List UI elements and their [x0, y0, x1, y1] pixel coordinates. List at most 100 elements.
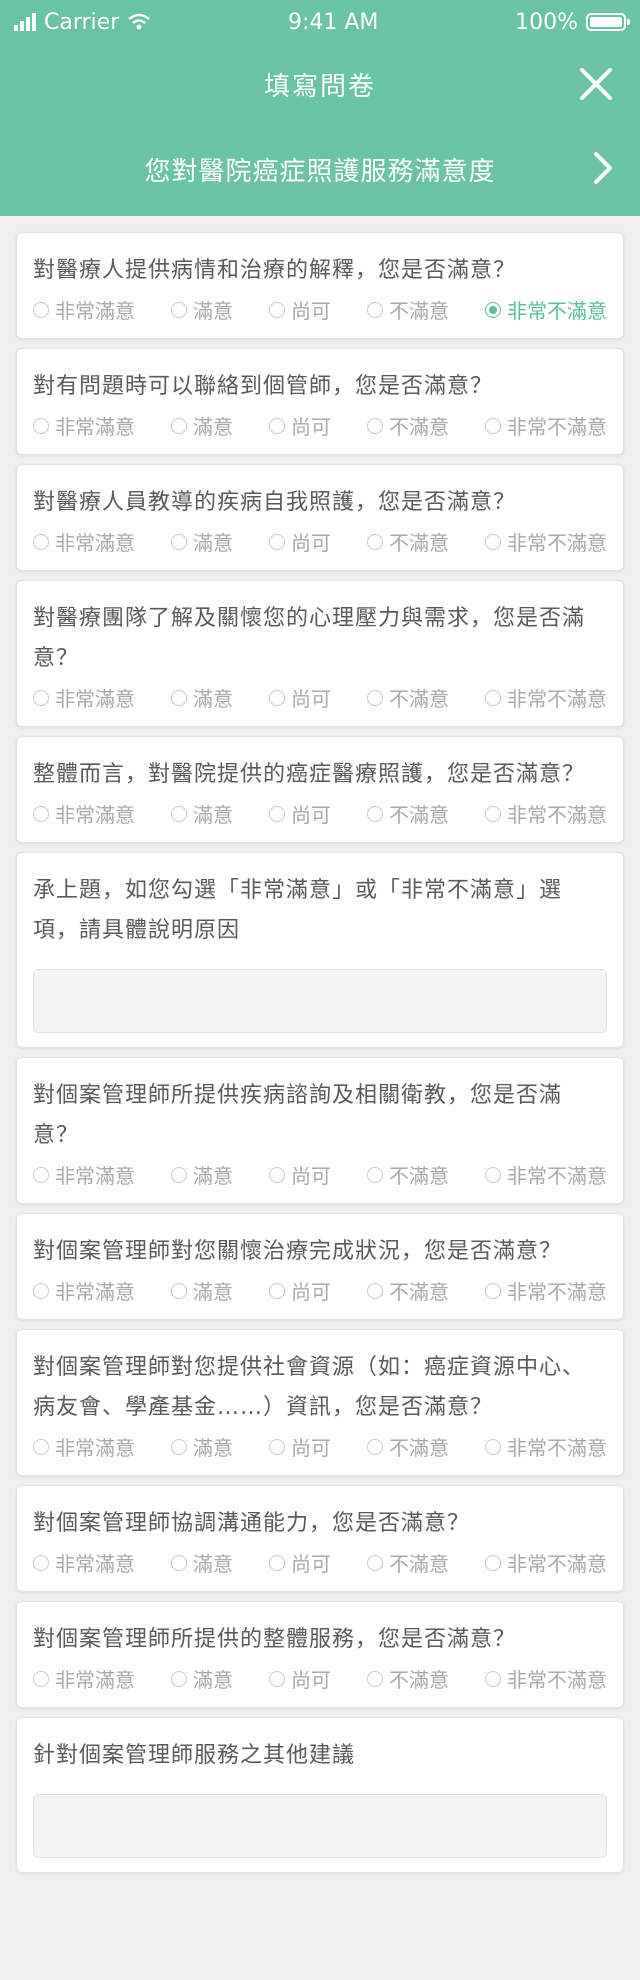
rating-option[interactable]: 非常滿意 — [33, 1432, 135, 1461]
rating-option[interactable]: 滿意 — [171, 1664, 233, 1693]
radio-icon[interactable] — [367, 805, 383, 822]
radio-icon[interactable] — [171, 1554, 187, 1571]
rating-option[interactable]: 不滿意 — [367, 1432, 449, 1461]
radio-icon[interactable] — [485, 689, 501, 706]
radio-icon[interactable] — [269, 689, 285, 706]
radio-icon[interactable] — [33, 805, 49, 822]
rating-option[interactable]: 非常不滿意 — [485, 683, 607, 712]
rating-option[interactable]: 不滿意 — [367, 1548, 449, 1577]
rating-option[interactable]: 非常滿意 — [33, 1160, 135, 1189]
rating-option[interactable]: 非常不滿意 — [485, 1548, 607, 1577]
radio-icon[interactable] — [367, 689, 383, 706]
rating-option[interactable]: 非常滿意 — [33, 295, 135, 324]
rating-option[interactable]: 非常不滿意 — [485, 295, 607, 324]
rating-option[interactable]: 滿意 — [171, 799, 233, 828]
rating-option[interactable]: 非常不滿意 — [485, 411, 607, 440]
radio-icon[interactable] — [367, 1282, 383, 1299]
rating-option[interactable]: 非常滿意 — [33, 527, 135, 556]
rating-option[interactable]: 尚可 — [269, 1548, 331, 1577]
radio-icon[interactable] — [269, 1438, 285, 1455]
radio-icon[interactable] — [171, 533, 187, 550]
radio-icon[interactable] — [269, 1166, 285, 1183]
rating-option[interactable]: 非常不滿意 — [485, 1432, 607, 1461]
radio-icon[interactable] — [485, 1282, 501, 1299]
rating-option[interactable]: 滿意 — [171, 527, 233, 556]
radio-icon[interactable] — [33, 533, 49, 550]
comment-textarea[interactable] — [33, 969, 607, 1033]
radio-icon[interactable] — [269, 1554, 285, 1571]
radio-icon[interactable] — [269, 301, 285, 318]
rating-option[interactable]: 不滿意 — [367, 527, 449, 556]
rating-option[interactable]: 尚可 — [269, 411, 331, 440]
rating-option[interactable]: 非常不滿意 — [485, 1276, 607, 1305]
radio-icon[interactable] — [171, 1438, 187, 1455]
radio-icon[interactable] — [269, 1670, 285, 1687]
radio-icon[interactable] — [171, 1282, 187, 1299]
radio-icon[interactable] — [171, 301, 187, 318]
rating-option[interactable]: 非常不滿意 — [485, 799, 607, 828]
radio-icon[interactable] — [367, 301, 383, 318]
radio-icon[interactable] — [367, 1554, 383, 1571]
chevron-right-icon[interactable] — [582, 146, 622, 190]
radio-icon[interactable] — [269, 417, 285, 434]
rating-option[interactable]: 不滿意 — [367, 1664, 449, 1693]
rating-option[interactable]: 尚可 — [269, 1432, 331, 1461]
rating-option[interactable]: 非常滿意 — [33, 411, 135, 440]
rating-option[interactable]: 滿意 — [171, 1160, 233, 1189]
rating-option[interactable]: 滿意 — [171, 1548, 233, 1577]
radio-icon[interactable] — [269, 805, 285, 822]
rating-option[interactable]: 非常滿意 — [33, 799, 135, 828]
radio-icon[interactable] — [171, 417, 187, 434]
radio-icon[interactable] — [269, 533, 285, 550]
rating-option[interactable]: 不滿意 — [367, 1276, 449, 1305]
radio-icon[interactable] — [171, 805, 187, 822]
rating-option[interactable]: 非常不滿意 — [485, 527, 607, 556]
rating-option[interactable]: 非常滿意 — [33, 1548, 135, 1577]
close-icon[interactable] — [574, 62, 618, 106]
radio-icon[interactable] — [33, 1438, 49, 1455]
radio-icon[interactable] — [33, 1670, 49, 1687]
rating-option[interactable]: 非常滿意 — [33, 1664, 135, 1693]
rating-option[interactable]: 非常滿意 — [33, 683, 135, 712]
rating-option[interactable]: 尚可 — [269, 1160, 331, 1189]
radio-icon[interactable] — [269, 1282, 285, 1299]
radio-icon[interactable] — [171, 1166, 187, 1183]
radio-icon[interactable] — [33, 1554, 49, 1571]
radio-icon[interactable] — [367, 1670, 383, 1687]
rating-option[interactable]: 滿意 — [171, 683, 233, 712]
rating-option[interactable]: 滿意 — [171, 411, 233, 440]
rating-option[interactable]: 尚可 — [269, 683, 331, 712]
rating-option[interactable]: 滿意 — [171, 295, 233, 324]
radio-icon[interactable] — [171, 689, 187, 706]
radio-icon[interactable] — [485, 301, 501, 318]
comment-textarea[interactable] — [33, 1794, 607, 1858]
radio-icon[interactable] — [367, 533, 383, 550]
rating-option[interactable]: 滿意 — [171, 1432, 233, 1461]
radio-icon[interactable] — [485, 533, 501, 550]
radio-icon[interactable] — [485, 805, 501, 822]
radio-icon[interactable] — [171, 1670, 187, 1687]
radio-icon[interactable] — [367, 417, 383, 434]
rating-option[interactable]: 不滿意 — [367, 411, 449, 440]
radio-icon[interactable] — [485, 1166, 501, 1183]
radio-icon[interactable] — [33, 301, 49, 318]
radio-icon[interactable] — [33, 417, 49, 434]
rating-option[interactable]: 非常滿意 — [33, 1276, 135, 1305]
radio-icon[interactable] — [485, 417, 501, 434]
rating-option[interactable]: 尚可 — [269, 1276, 331, 1305]
radio-icon[interactable] — [33, 689, 49, 706]
rating-option[interactable]: 不滿意 — [367, 683, 449, 712]
radio-icon[interactable] — [33, 1282, 49, 1299]
rating-option[interactable]: 尚可 — [269, 1664, 331, 1693]
rating-option[interactable]: 不滿意 — [367, 1160, 449, 1189]
radio-icon[interactable] — [367, 1166, 383, 1183]
rating-option[interactable]: 不滿意 — [367, 295, 449, 324]
rating-option[interactable]: 非常不滿意 — [485, 1160, 607, 1189]
radio-icon[interactable] — [485, 1438, 501, 1455]
radio-icon[interactable] — [485, 1554, 501, 1571]
rating-option[interactable]: 尚可 — [269, 295, 331, 324]
rating-option[interactable]: 非常不滿意 — [485, 1664, 607, 1693]
rating-option[interactable]: 尚可 — [269, 799, 331, 828]
radio-icon[interactable] — [33, 1166, 49, 1183]
radio-icon[interactable] — [367, 1438, 383, 1455]
